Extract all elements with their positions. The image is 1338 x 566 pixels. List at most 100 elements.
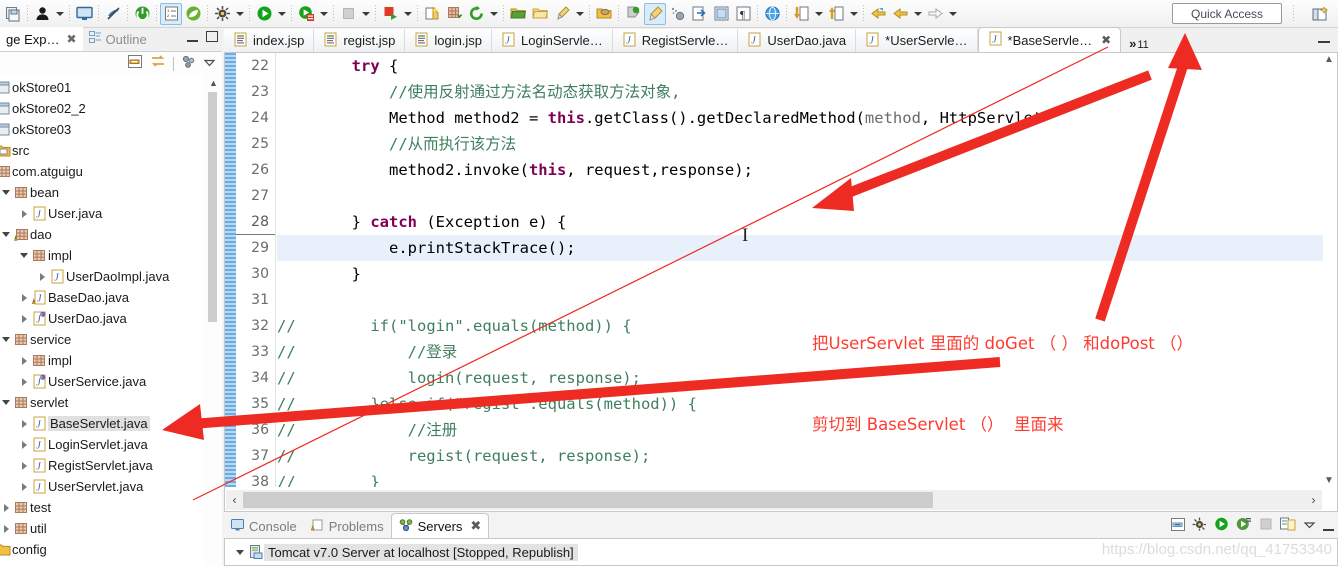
- expand-twisty-icon[interactable]: [35, 266, 49, 287]
- publish-icon[interactable]: [1280, 517, 1296, 534]
- tree-item-util[interactable]: util: [0, 518, 203, 539]
- tree-item-config[interactable]: config: [0, 539, 203, 560]
- view-menu-icon[interactable]: [1303, 518, 1316, 534]
- expand-twisty-icon[interactable]: [0, 497, 13, 518]
- expand-twisty-icon[interactable]: [17, 350, 31, 371]
- tree-item-com-atguigu[interactable]: com.atguigu: [0, 161, 203, 182]
- package-open-icon[interactable]: [593, 3, 615, 25]
- tag-green-icon[interactable]: [622, 3, 644, 25]
- brush-icon[interactable]: [551, 3, 573, 25]
- editor-tab-overflow[interactable]: » 11: [1121, 36, 1155, 52]
- spray-icon[interactable]: [666, 3, 688, 25]
- tree-item-service[interactable]: service: [0, 329, 203, 350]
- filters-icon[interactable]: [181, 55, 196, 72]
- expand-twisty-icon[interactable]: [17, 455, 31, 476]
- scroll-up-icon[interactable]: ▲: [1324, 54, 1334, 65]
- editor-tab-login-jsp[interactable]: login.jsp: [405, 29, 493, 52]
- dropdown-arrow-icon[interactable]: [317, 3, 330, 25]
- code-line[interactable]: //从而执行该方法: [277, 131, 1324, 157]
- code-line[interactable]: Method method2 = this.getClass().getDecl…: [277, 105, 1324, 131]
- tree-item-loginservlet-java[interactable]: J LoginServlet.java: [0, 434, 203, 455]
- collapse-twisty-icon[interactable]: [0, 329, 13, 350]
- tree-item-basedao-java[interactable]: J BaseDao.java: [0, 287, 203, 308]
- tree-item-dao[interactable]: dao: [0, 224, 203, 245]
- forward-grey-icon[interactable]: [924, 3, 946, 25]
- run-server-icon[interactable]: [295, 3, 317, 25]
- expand-twisty-icon[interactable]: [233, 542, 247, 563]
- tree-item-test[interactable]: test: [0, 497, 203, 518]
- editor-tab--baseservle-[interactable]: J *BaseServle… ✖: [977, 27, 1122, 52]
- download-icon[interactable]: [790, 3, 812, 25]
- tab-console[interactable]: Console: [224, 515, 304, 538]
- user-icon[interactable]: [31, 3, 53, 25]
- editor-vertical-scrollbar[interactable]: ▲ ▼: [1323, 53, 1336, 487]
- tree-item-registservlet-java[interactable]: J RegistServlet.java: [0, 455, 203, 476]
- code-line[interactable]: method2.invoke(this, request,response);: [277, 157, 1324, 183]
- open-perspective-icon[interactable]: [1308, 3, 1332, 25]
- paintbrush-sel-icon[interactable]: [644, 2, 666, 25]
- editor-minimize-icon[interactable]: [1318, 34, 1330, 43]
- expand-twisty-icon[interactable]: [17, 434, 31, 455]
- globe-icon[interactable]: [761, 3, 783, 25]
- tab-problems[interactable]: Problems: [304, 515, 391, 538]
- stop-server-icon[interactable]: [1259, 517, 1273, 534]
- expand-twisty-icon[interactable]: [17, 203, 31, 224]
- tab-outline[interactable]: Outline: [83, 27, 153, 51]
- refresh-green-icon[interactable]: [465, 3, 487, 25]
- expand-twisty-icon[interactable]: [0, 518, 13, 539]
- scroll-up-icon[interactable]: ▲: [209, 78, 218, 88]
- code-line[interactable]: } catch (Exception e) {: [277, 209, 1324, 235]
- expand-twisty-icon[interactable]: [17, 413, 31, 434]
- dropdown-arrow-icon[interactable]: [359, 3, 372, 25]
- tree-scroll-indicator[interactable]: ▲: [208, 78, 218, 336]
- quick-access-input[interactable]: Quick Access: [1172, 3, 1282, 24]
- editor-marker-bar[interactable]: [225, 53, 236, 487]
- upload-icon[interactable]: [825, 3, 847, 25]
- editor-tab-regist-jsp[interactable]: regist.jsp: [314, 29, 406, 52]
- scrollbar-thumb[interactable]: [208, 92, 217, 322]
- close-icon[interactable]: ✖: [1101, 33, 1111, 47]
- new-grid-icon[interactable]: [443, 3, 465, 25]
- expand-twisty-icon[interactable]: [17, 287, 31, 308]
- expand-twisty-icon[interactable]: [17, 371, 31, 392]
- dropdown-arrow-icon[interactable]: [946, 3, 959, 25]
- view-menu-icon[interactable]: [203, 56, 216, 72]
- tree-item-userservice-java[interactable]: J I UserService.java: [0, 371, 203, 392]
- maximize-icon[interactable]: [206, 31, 218, 42]
- expand-twisty-icon[interactable]: [17, 308, 31, 329]
- tab-servers[interactable]: Servers ✖: [390, 513, 490, 538]
- tree-item-impl[interactable]: impl: [0, 350, 203, 371]
- code-line[interactable]: //使用反射通过方法名动态获取方法对象,: [277, 79, 1324, 105]
- collapse-twisty-icon[interactable]: [0, 224, 13, 245]
- tab-package-explorer[interactable]: ge Exp… ✖: [0, 27, 83, 51]
- scroll-left-icon[interactable]: ‹: [226, 493, 243, 507]
- back-yellow2-icon[interactable]: [889, 3, 911, 25]
- tree-item-okstore02-2[interactable]: okStore02_2: [0, 98, 203, 119]
- import-icon[interactable]: [688, 3, 710, 25]
- power-green-icon[interactable]: [131, 3, 153, 25]
- back-yellow-icon[interactable]: [867, 3, 889, 25]
- dropdown-arrow-icon[interactable]: [573, 3, 586, 25]
- editor-tab-registservle-[interactable]: J RegistServle…: [612, 29, 739, 52]
- editor-tab-userdao-java[interactable]: J UserDao.java: [738, 29, 857, 52]
- collapse-twisty-icon[interactable]: [0, 392, 13, 413]
- dropdown-arrow-icon[interactable]: [233, 3, 246, 25]
- tree-item-baseservlet-java[interactable]: J BaseServlet.java: [0, 413, 203, 434]
- terminal-icon[interactable]: [73, 3, 95, 25]
- save-all-icon[interactable]: [2, 3, 24, 25]
- open-folder2-icon[interactable]: [529, 3, 551, 25]
- tree-item-impl[interactable]: impl: [0, 245, 203, 266]
- collapse-twisty-icon[interactable]: [17, 245, 31, 266]
- editor-tab-index-jsp[interactable]: index.jsp: [224, 29, 315, 52]
- dropdown-arrow-icon[interactable]: [401, 3, 414, 25]
- debug-bug-icon[interactable]: [211, 3, 233, 25]
- editor-tab-loginservle-[interactable]: J LoginServle…: [492, 29, 613, 52]
- scroll-down-icon[interactable]: ▼: [1324, 475, 1334, 486]
- close-icon[interactable]: ✖: [470, 518, 481, 534]
- minimize-icon[interactable]: [187, 32, 198, 42]
- run-green-icon[interactable]: [253, 3, 275, 25]
- outline-sel-icon[interactable]: 12: [160, 2, 182, 25]
- scroll-right-icon[interactable]: ›: [1305, 493, 1322, 507]
- dropdown-arrow-icon[interactable]: [911, 3, 924, 25]
- code-line[interactable]: e.printStackTrace();: [277, 235, 1324, 261]
